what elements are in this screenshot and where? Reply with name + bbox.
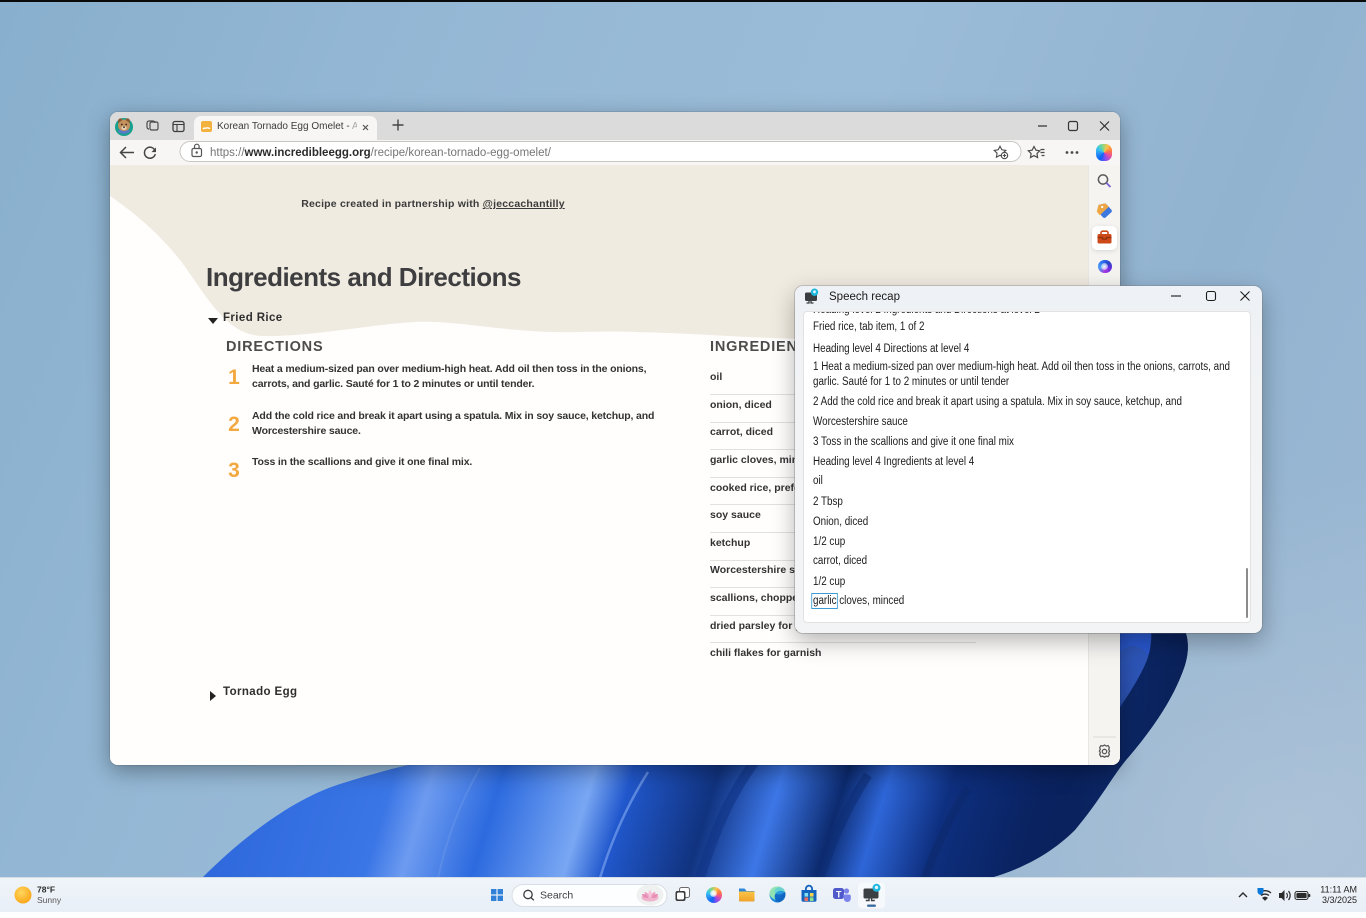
svg-text:https://www.incredibleegg.org/: https://www.incredibleegg.org/recipe/kor… bbox=[210, 147, 552, 159]
svg-text:Search: Search bbox=[540, 890, 573, 902]
svg-text:Speech recap: Speech recap bbox=[829, 291, 900, 303]
svg-text:T: T bbox=[836, 889, 842, 899]
svg-text:11:11 AM: 11:11 AM bbox=[1320, 885, 1357, 895]
svg-text:Sunny: Sunny bbox=[37, 895, 62, 905]
svg-text:78°F: 78°F bbox=[37, 885, 55, 895]
svg-text:3/3/2025: 3/3/2025 bbox=[1322, 895, 1357, 905]
